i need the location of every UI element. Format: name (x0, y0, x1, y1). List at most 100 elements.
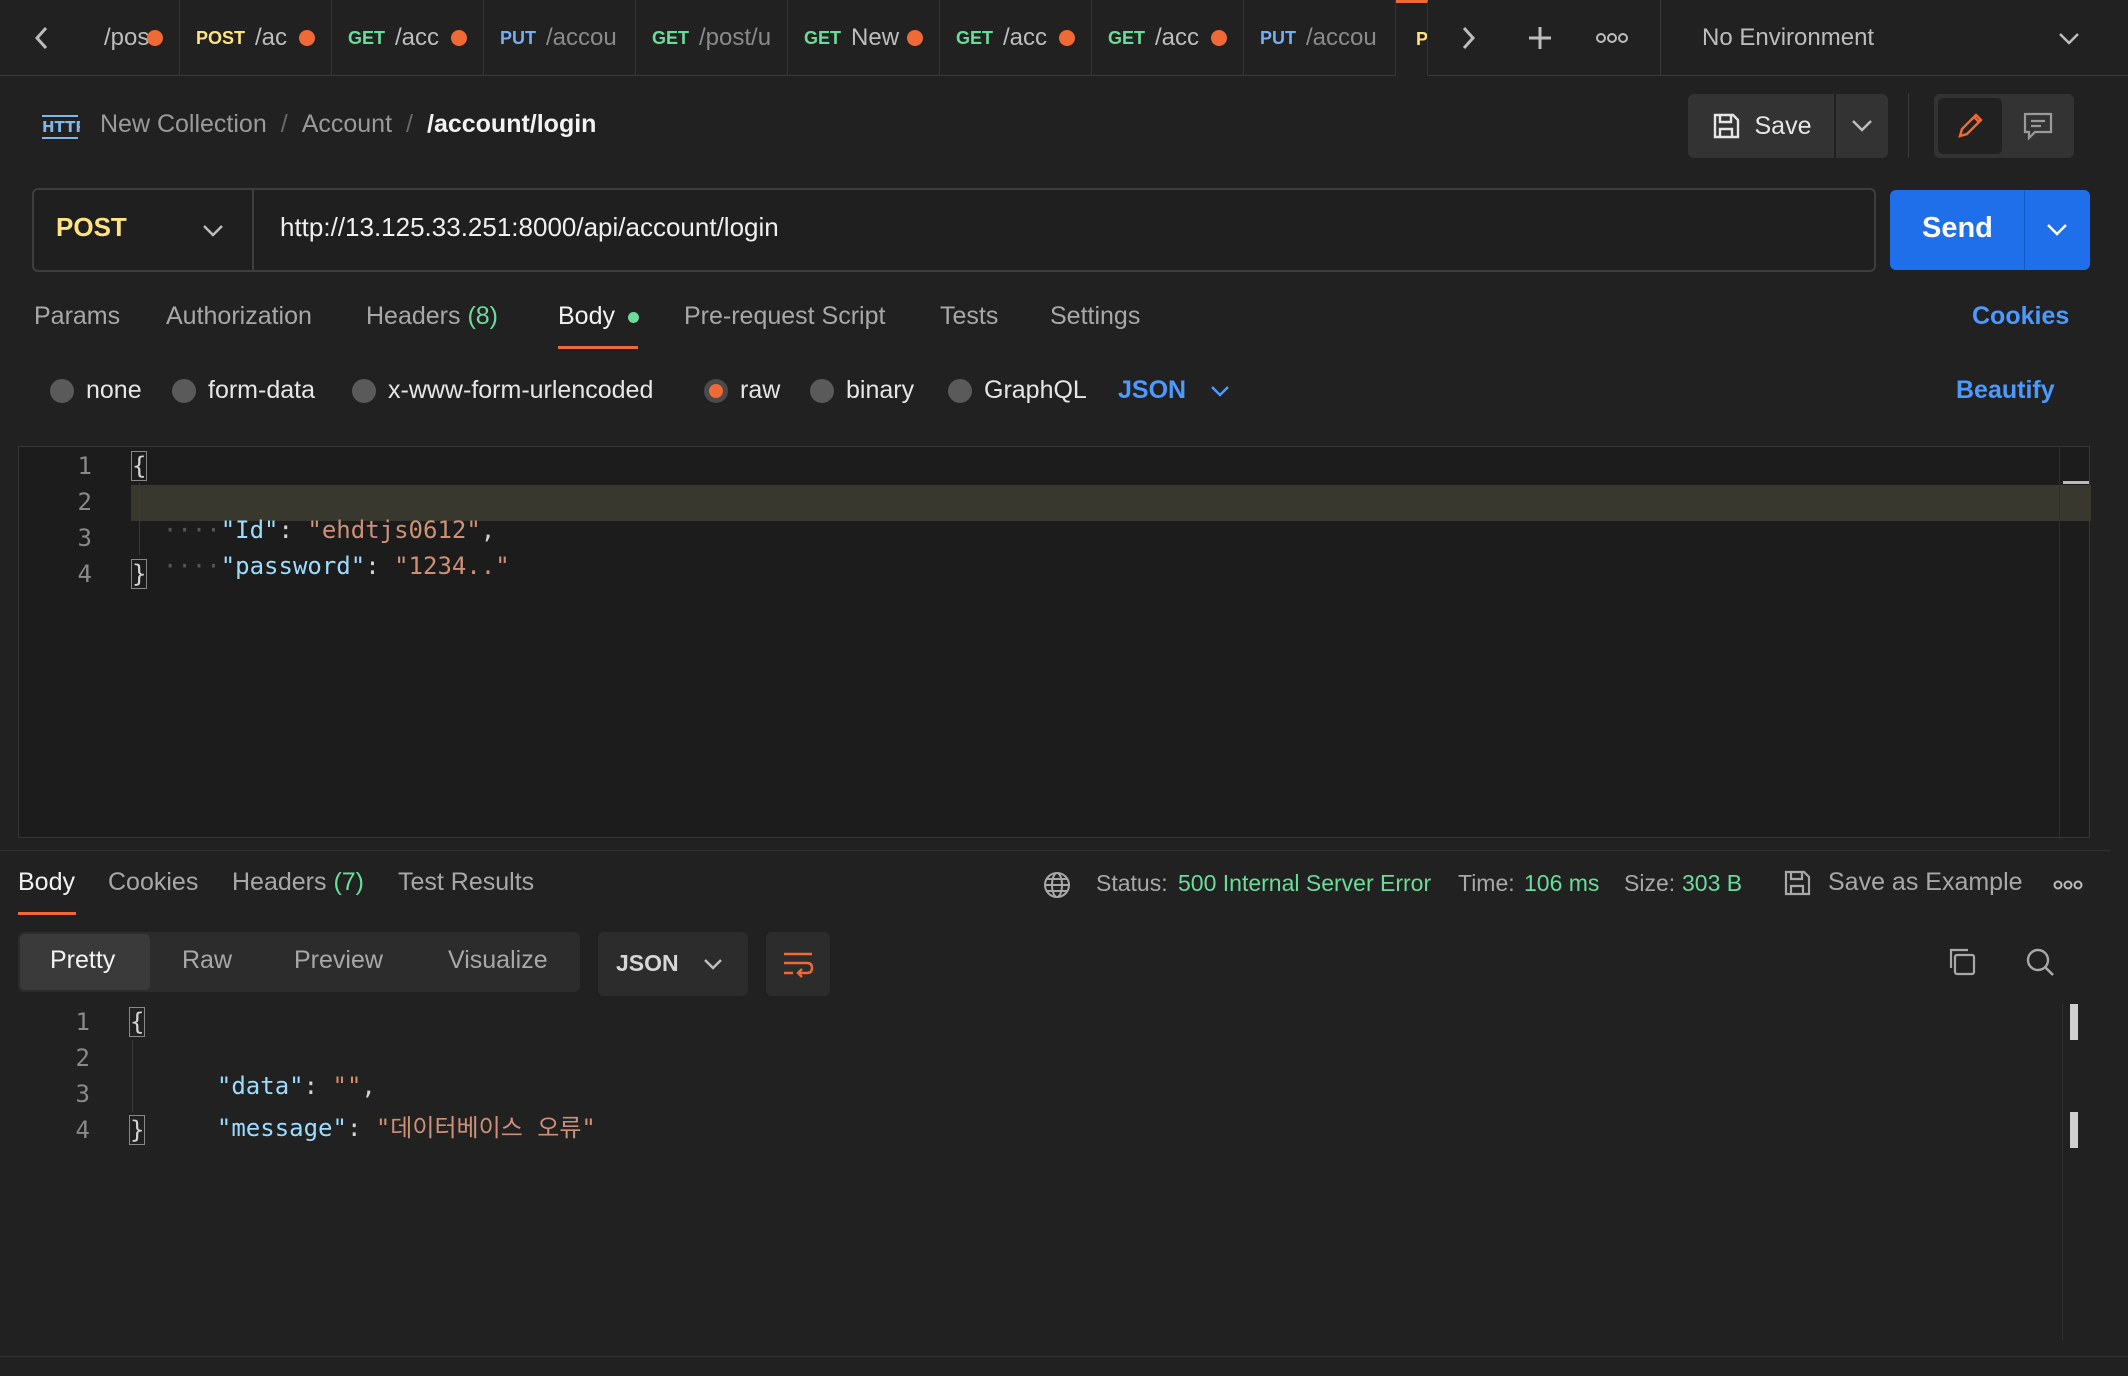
url-input[interactable]: http://13.125.33.251:8000/api/account/lo… (280, 212, 779, 243)
tab-tests[interactable]: Tests (940, 302, 998, 331)
radio-graphql[interactable]: GraphQL (948, 376, 1087, 405)
wrap-lines-icon[interactable] (766, 932, 830, 996)
radio-urlencoded[interactable]: x-www-form-urlencoded (352, 376, 653, 405)
globe-icon[interactable] (1040, 868, 1074, 902)
request-tab[interactable]: PUT /accou (484, 0, 636, 76)
scrollbar-thumb[interactable] (2070, 1004, 2078, 1040)
environment-selector[interactable]: No Environment (1662, 0, 2128, 76)
tab-pre-request-script[interactable]: Pre-request Script (684, 302, 885, 331)
more-horizontal-icon[interactable] (2048, 870, 2088, 900)
save-button[interactable]: Save (1688, 94, 1834, 158)
save-as-example-button[interactable]: Save as Example (1828, 868, 2023, 897)
chevron-down-icon (1210, 385, 1230, 397)
send-label: Send (1922, 212, 1993, 244)
divider (1908, 94, 1909, 158)
request-tab[interactable]: GET /post/u (636, 0, 788, 76)
scrollbar-track[interactable] (2059, 447, 2089, 837)
scrollbar-thumb[interactable] (2070, 1112, 2078, 1148)
tab-method: PUT (1260, 27, 1296, 48)
tab-path: /pos (104, 24, 150, 51)
code-brace: { (128, 1007, 146, 1037)
save-icon (1711, 111, 1741, 141)
status-dot (627, 311, 639, 323)
chevron-down-icon (1851, 119, 1873, 133)
copy-icon[interactable] (1944, 944, 1980, 980)
tab-params[interactable]: Params (34, 302, 120, 331)
tab-settings[interactable]: Settings (1050, 302, 1140, 331)
request-tab[interactable]: PUT /accou (1244, 0, 1396, 76)
request-tab-active[interactable]: P (1396, 0, 1428, 76)
radio-binary[interactable]: binary (810, 376, 914, 405)
code-brace: } (130, 559, 148, 589)
indent-guide (132, 1040, 133, 1112)
tab-path: /acc (1155, 24, 1200, 51)
chevron-right-icon[interactable] (1446, 20, 1490, 56)
more-horizontal-icon[interactable] (1592, 18, 1632, 58)
response-tab-test-results[interactable]: Test Results (398, 868, 534, 897)
json-value: "1234.." (394, 552, 510, 580)
send-button[interactable]: Send (1890, 190, 2090, 270)
view-mode-visualize[interactable]: Visualize (448, 946, 548, 975)
tab-path: /post/u (699, 24, 772, 51)
radio-circle (172, 378, 196, 403)
save-options-button[interactable] (1836, 94, 1888, 158)
line-number: 2 (75, 1044, 90, 1072)
request-tab[interactable]: POST /ac (180, 0, 332, 76)
body-format-dropdown[interactable]: JSON (1118, 376, 1230, 405)
request-tab[interactable]: GET /acc (940, 0, 1092, 76)
response-tab-body[interactable]: Body (18, 868, 75, 897)
active-tab-underline (558, 346, 638, 349)
tab-headers[interactable]: Headers (8) (366, 302, 498, 331)
tab-method: GET (1108, 27, 1146, 48)
request-tab[interactable]: GET /acc (1092, 0, 1244, 76)
comment-icon[interactable] (2006, 98, 2070, 154)
radio-raw[interactable]: raw (704, 376, 780, 405)
json-value: "데이터베이스 오류" (375, 1114, 596, 1142)
response-tab-headers[interactable]: Headers (7) (232, 868, 364, 897)
format-label: JSON (1118, 376, 1187, 404)
unsaved-dot (1211, 30, 1227, 46)
request-tab[interactable]: /pos (78, 0, 180, 76)
breadcrumb-folder[interactable]: Account (302, 110, 392, 139)
scrollbar-thumb[interactable] (2063, 481, 2089, 484)
unsaved-dot (1059, 30, 1075, 46)
radio-circle (948, 378, 972, 403)
chevron-left-icon[interactable] (20, 20, 64, 56)
unsaved-dot (299, 30, 315, 46)
chevron-down-icon[interactable] (2032, 214, 2082, 246)
radio-none[interactable]: none (50, 376, 142, 405)
view-mode-preview[interactable]: Preview (294, 946, 383, 975)
tab-body[interactable]: Body (558, 302, 639, 331)
cookies-link[interactable]: Cookies (1972, 302, 2069, 331)
edit-pencil-icon[interactable] (1938, 98, 2002, 154)
code-line: "message": "데이터베이스 오류" (188, 1080, 596, 1143)
json-key: "message" (216, 1114, 347, 1142)
tab-method: GET (804, 27, 842, 48)
view-mode-raw[interactable]: Raw (182, 946, 232, 975)
line-number: 4 (75, 1116, 90, 1144)
line-number: 2 (77, 488, 92, 516)
tab-authorization[interactable]: Authorization (166, 302, 312, 331)
tab-bar: /pos POST /ac GET /acc PUT /accou GET /p… (0, 0, 2128, 76)
radio-circle-selected (704, 378, 728, 403)
search-icon[interactable] (2022, 944, 2058, 980)
active-tab-underline (18, 912, 76, 915)
format-label: JSON (616, 950, 679, 976)
beautify-link[interactable]: Beautify (1956, 376, 2055, 405)
divider (1660, 0, 1661, 76)
breadcrumb-request[interactable]: /account/login (427, 110, 596, 139)
plus-icon[interactable] (1520, 18, 1560, 58)
response-tab-cookies[interactable]: Cookies (108, 868, 198, 897)
radio-form-data[interactable]: form-data (172, 376, 315, 405)
size-label: Size: (1624, 870, 1676, 896)
tab-method: POST (196, 27, 246, 48)
save-icon[interactable] (1780, 866, 1814, 900)
response-format-dropdown[interactable]: JSON (598, 932, 748, 996)
breadcrumb-collection[interactable]: New Collection (100, 110, 267, 139)
request-tab[interactable]: GET /acc (332, 0, 484, 76)
http-icon-text: HTTP (42, 118, 80, 136)
radio-label: GraphQL (984, 376, 1087, 404)
environment-label: No Environment (1702, 24, 1875, 51)
method-selector[interactable]: POST (34, 190, 254, 270)
request-tab[interactable]: GET New (788, 0, 940, 76)
